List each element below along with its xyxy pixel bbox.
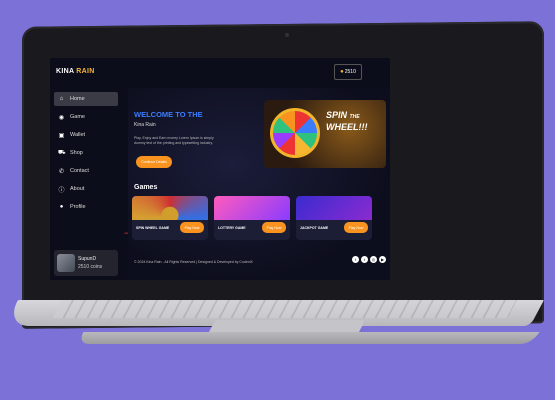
spin-wheel-banner[interactable]: SPIN THE WHEEL!!! xyxy=(264,100,386,168)
play-now-button[interactable]: Play Now xyxy=(344,222,368,233)
coin-value: 2510 xyxy=(344,69,356,75)
sidebar-item-game[interactable]: ◉ Game xyxy=(54,110,118,124)
laptop-front-edge xyxy=(76,332,540,344)
youtube-icon[interactable]: ▶ xyxy=(379,256,386,263)
coin-icon: ● xyxy=(340,69,344,75)
avatar xyxy=(57,254,75,272)
gamepad-icon: ◉ xyxy=(58,114,65,121)
game-name: JACKPOT GAME xyxy=(300,226,329,230)
coin-balance[interactable]: ● 2510 xyxy=(334,64,362,80)
game-image xyxy=(132,196,208,220)
game-name: SPIN WHEEL GAME xyxy=(136,226,170,230)
game-card[interactable]: JACKPOT GAME Play Now xyxy=(296,196,372,240)
sidebar-item-label: Home xyxy=(70,96,85,102)
sidebar-item-label: Shop xyxy=(70,150,83,156)
play-now-button[interactable]: Play Now xyxy=(262,222,286,233)
logo[interactable]: KINA RAIN xyxy=(56,68,95,75)
camera xyxy=(285,33,289,37)
hero-description: Play, Enjoy and Earn money Lorem Ipsum i… xyxy=(134,136,214,145)
wallet-icon: ▣ xyxy=(58,132,65,139)
hero-title: WELCOME TO THE xyxy=(134,110,203,119)
sidebar-item-wallet[interactable]: ▣ Wallet xyxy=(54,128,118,142)
user-card[interactable]: SupunD 2510 coins xyxy=(54,250,118,276)
info-icon: ⓘ xyxy=(58,187,65,194)
twitter-icon[interactable]: t xyxy=(361,256,368,263)
sidebar-item-label: Game xyxy=(70,114,85,120)
instagram-icon[interactable]: ◎ xyxy=(370,256,377,263)
sidebar-item-profile[interactable]: ● Profile xyxy=(54,200,118,214)
sidebar-item-label: Wallet xyxy=(70,132,86,138)
sidebar-item-contact[interactable]: ✆ Contact xyxy=(54,164,118,178)
sidebar-item-label: About xyxy=(70,186,85,192)
home-icon: ⌂ xyxy=(59,96,64,102)
phone-icon: ✆ xyxy=(58,168,65,175)
game-name: LOTTERY GAME xyxy=(218,226,246,230)
continue-details-button[interactable]: Continue Details xyxy=(136,156,172,168)
user-icon: ● xyxy=(59,204,64,210)
banner-text: SPIN THE WHEEL!!! xyxy=(326,110,368,132)
screen: KINA RAIN ● 2510 ⌂ Home ◉ Game ▣ Wallet … xyxy=(50,58,390,280)
sidebar-item-label: Profile xyxy=(70,204,86,210)
facebook-icon[interactable]: f xyxy=(352,256,359,263)
game-image xyxy=(214,196,290,220)
game-card[interactable]: SPIN WHEEL GAME Play Now xyxy=(132,196,208,240)
wheel-icon xyxy=(270,108,320,158)
topbar: KINA RAIN ● 2510 xyxy=(50,58,390,88)
games-heading: Games xyxy=(134,184,158,191)
game-card[interactable]: LOTTERY GAME Play Now xyxy=(214,196,290,240)
sidebar-item-about[interactable]: ⓘ About xyxy=(54,182,118,196)
sidebar-item-shop[interactable]: ⛟ Shop xyxy=(54,146,118,160)
play-now-button[interactable]: Play Now xyxy=(180,222,204,233)
main-content: WELCOME TO THE Kina Rain Play, Enjoy and… xyxy=(128,88,390,280)
user-coins: 2510 coins xyxy=(78,264,103,270)
user-name: SupunD xyxy=(78,256,97,262)
footer-copyright: © 2024 Kina Rain - All Rights Reserved |… xyxy=(134,260,253,264)
cart-icon: ⛟ xyxy=(58,150,66,156)
sidebar-item-label: Contact xyxy=(70,168,89,174)
sidebar-item-home[interactable]: ⌂ Home xyxy=(54,92,118,106)
game-image xyxy=(296,196,372,220)
sidebar: ⌂ Home ◉ Game ▣ Wallet ⛟ Shop ✆ Contact … xyxy=(50,88,122,280)
hero-subtitle: Kina Rain xyxy=(134,122,156,128)
keyboard xyxy=(52,300,517,318)
